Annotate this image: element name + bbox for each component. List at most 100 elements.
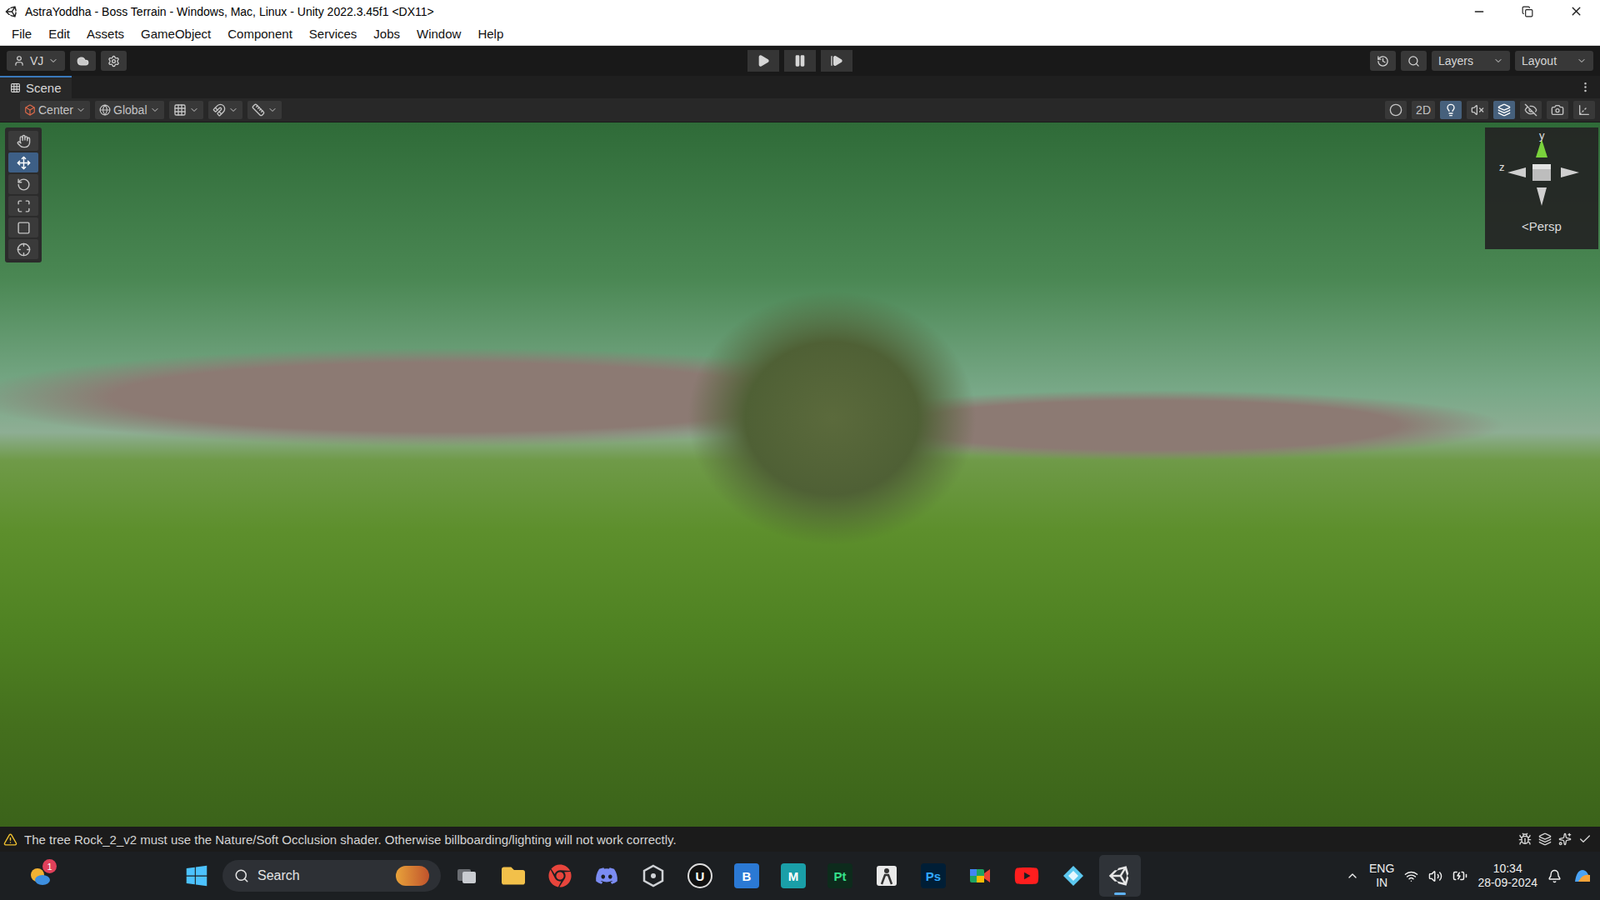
- battery-icon[interactable]: [1452, 868, 1468, 884]
- rect-tool-icon: [16, 220, 31, 235]
- close-icon: [1569, 4, 1584, 19]
- weather-widget[interactable]: 1: [23, 859, 57, 893]
- restore-button[interactable]: [1503, 0, 1552, 23]
- menu-item[interactable]: GameObject: [132, 23, 220, 45]
- taskbar-app[interactable]: Pt: [819, 855, 861, 897]
- taskbar-app[interactable]: [539, 855, 581, 897]
- taskbar-app[interactable]: B: [725, 855, 768, 897]
- camera-toggle[interactable]: [1546, 100, 1569, 120]
- globe-icon: [99, 104, 111, 116]
- search-box[interactable]: Search: [222, 860, 441, 892]
- windows-icon: [185, 864, 209, 888]
- gizmos-icon: [1577, 103, 1591, 117]
- pivot-dropdown[interactable]: Center: [20, 100, 90, 120]
- taskbar-app[interactable]: [1099, 855, 1141, 897]
- taskbar-app[interactable]: U: [679, 855, 721, 897]
- menu-item[interactable]: Window: [408, 23, 470, 45]
- lighting-icon: [1444, 103, 1458, 117]
- tab-strip: Scene: [0, 75, 1600, 99]
- scale-tool-icon: [16, 199, 31, 214]
- pause-button[interactable]: [784, 50, 816, 72]
- rotate-tool[interactable]: [8, 174, 39, 195]
- lighting-toggle[interactable]: [1440, 100, 1462, 120]
- 2d-toggle[interactable]: 2D: [1411, 100, 1435, 120]
- layout-dropdown[interactable]: Layout: [1515, 50, 1594, 71]
- lighting-icon[interactable]: [1558, 832, 1572, 846]
- scene-icon: [10, 82, 21, 94]
- taskbar-app[interactable]: [1005, 855, 1048, 897]
- notifications-icon[interactable]: [1547, 869, 1562, 884]
- progress-icon[interactable]: [1538, 832, 1552, 846]
- shading-toggle[interactable]: [1385, 100, 1407, 120]
- effects-toggle[interactable]: [1493, 100, 1515, 120]
- volume-icon[interactable]: [1428, 869, 1443, 884]
- menu-item[interactable]: File: [3, 23, 40, 45]
- check-icon[interactable]: [1578, 832, 1592, 846]
- taskbar-app[interactable]: [865, 855, 908, 897]
- search-icon: [234, 868, 250, 884]
- layers-dropdown[interactable]: Layers: [1431, 50, 1510, 71]
- transform-tool[interactable]: [8, 239, 39, 260]
- scene-view[interactable]: y z <Persp: [0, 122, 1600, 827]
- taskbar-app[interactable]: [632, 855, 675, 897]
- minimize-button[interactable]: [1455, 0, 1504, 23]
- step-button[interactable]: [820, 50, 853, 72]
- menu-item[interactable]: Component: [219, 23, 301, 45]
- dropdown-icon: [189, 105, 200, 115]
- discord-icon: [595, 864, 619, 888]
- console-message[interactable]: The tree Rock_2_v2 must use the Nature/S…: [24, 832, 1512, 847]
- menu-item[interactable]: Edit: [40, 23, 79, 45]
- taskbar-app[interactable]: [492, 855, 535, 897]
- taskbar-app[interactable]: [1052, 855, 1095, 897]
- menu-item[interactable]: Services: [300, 23, 366, 45]
- language-indicator[interactable]: ENGIN: [1369, 861, 1395, 891]
- close-button[interactable]: [1551, 0, 1600, 23]
- cloud-button[interactable]: [70, 50, 96, 71]
- snap-dropdown[interactable]: [208, 100, 243, 120]
- youtube-icon: [1014, 863, 1040, 889]
- account-button[interactable]: VJ: [6, 50, 65, 71]
- menu-item[interactable]: Help: [469, 23, 512, 45]
- menu-item[interactable]: Assets: [78, 23, 133, 45]
- services-button[interactable]: [100, 50, 127, 71]
- more-icon[interactable]: [1579, 80, 1592, 94]
- audio-icon: [1470, 103, 1485, 117]
- wifi-icon[interactable]: [1404, 869, 1419, 884]
- move-tool-icon: [16, 155, 31, 170]
- undo-history-button[interactable]: [1370, 50, 1396, 71]
- play-button[interactable]: [747, 50, 780, 72]
- audio-toggle[interactable]: [1466, 100, 1489, 120]
- y-axis-label: y: [1539, 129, 1545, 142]
- rect-tool[interactable]: [8, 217, 39, 238]
- debug-icon[interactable]: [1518, 832, 1532, 846]
- taskbar-app[interactable]: [585, 855, 628, 897]
- grid-dropdown[interactable]: [169, 100, 204, 120]
- move-tool[interactable]: [8, 152, 39, 173]
- search-button[interactable]: [1400, 50, 1427, 71]
- scale-tool[interactable]: [8, 195, 39, 216]
- taskbar-app[interactable]: Ps: [912, 855, 955, 897]
- taskbar-app[interactable]: M: [772, 855, 815, 897]
- gizmos-toggle[interactable]: [1573, 100, 1595, 120]
- orientation-gizmo[interactable]: y z <Persp: [1485, 127, 1599, 250]
- dropdown-icon: [48, 55, 59, 66]
- space-dropdown[interactable]: Global: [95, 100, 164, 120]
- increment-dropdown[interactable]: [247, 100, 282, 120]
- z-axis-label: z: [1499, 160, 1505, 174]
- start-button[interactable]: [175, 855, 218, 897]
- rotate-tool-icon: [16, 177, 31, 192]
- hand-tool[interactable]: [8, 130, 39, 151]
- step-icon: [830, 54, 844, 68]
- show-hidden-icon[interactable]: [1345, 869, 1360, 883]
- taskbar-app[interactable]: [445, 855, 488, 897]
- copilot-icon[interactable]: [1571, 865, 1594, 887]
- visibility-toggle[interactable]: [1520, 100, 1542, 120]
- menu-item[interactable]: Jobs: [365, 23, 409, 45]
- taskbar: 1 Search UBMPt Ps ENGIN 10:3428-09-2024: [0, 851, 1600, 900]
- warning-icon: [3, 832, 18, 847]
- projection-label[interactable]: <Persp: [1521, 215, 1562, 234]
- clock[interactable]: 10:3428-09-2024: [1477, 861, 1538, 891]
- chrome-icon: [548, 864, 572, 888]
- scene-tab[interactable]: Scene: [0, 75, 72, 99]
- taskbar-app[interactable]: [959, 855, 1001, 897]
